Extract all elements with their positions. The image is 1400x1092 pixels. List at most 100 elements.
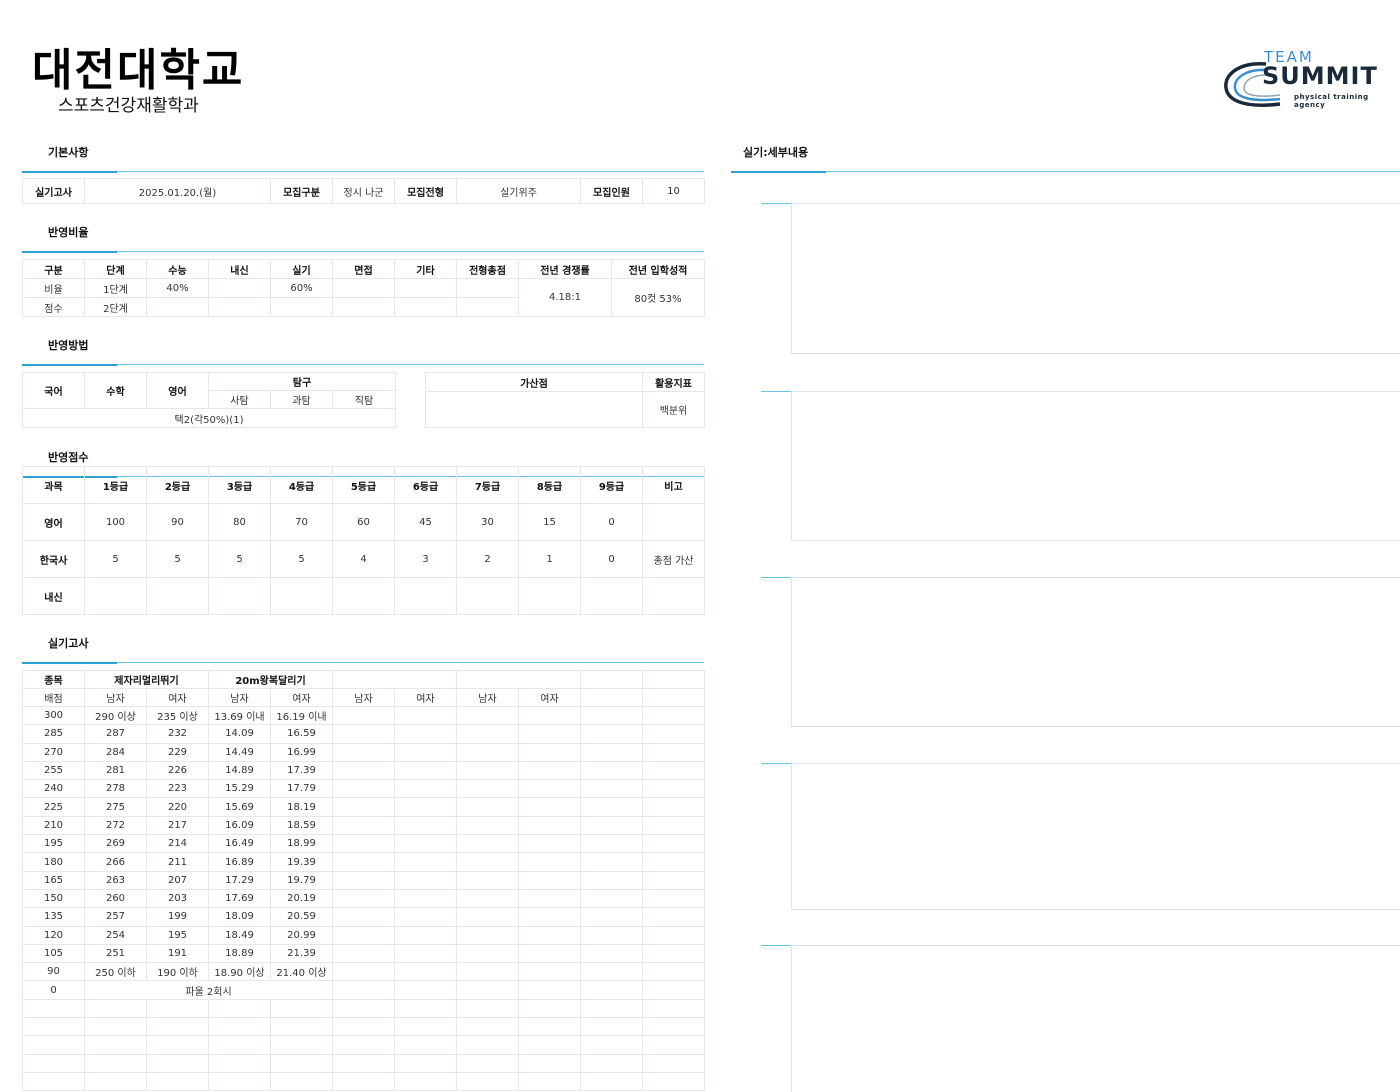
ratio-cell [332,278,395,298]
score-subject: 영어 [22,503,85,541]
practical-record: 21.40 이상 [270,962,333,982]
male-label: 남자 [456,688,519,707]
score-cell: 80 [208,503,271,541]
practical-record: 207 [146,870,209,890]
male-label: 남자 [332,688,395,707]
practical-score: 225 [22,797,85,817]
practical-record: 14.09 [208,724,271,744]
ratio-header: 전년 입학성적 [611,259,705,279]
score-cell [580,577,643,615]
practical-row: 255 281 226 14.89 17.39 [22,760,705,781]
female-label: 여자 [146,688,209,707]
score-cell: 1 [518,540,581,578]
practical-score: 255 [22,760,85,781]
score-cell [146,577,209,615]
practical-record: 13.69 이내 [208,705,271,726]
event1-name: 제자리멀리뛰기 [84,670,209,689]
method-table: 국어 수학 영어 탐구 사탐 과탐 직탐 택2(각50%)(1) [22,372,396,428]
ratio-cell: 60% [270,278,333,298]
ratio-cell: 비율 [22,278,85,298]
index-label: 활용지표 [642,372,705,392]
ratio-header: 면접 [332,259,395,279]
practical-score: 135 [22,907,85,927]
empty-row [22,1035,705,1055]
practical-score: 240 [22,779,85,799]
practical-row: 90 250 이하 190 이하 18.90 이상 21.40 이상 [22,962,705,982]
practical-score: 300 [22,705,85,726]
practical-record: 217 [146,815,209,836]
ratio-cell [208,278,271,298]
score-cell: 0 [580,503,643,541]
practical-record: 284 [84,742,147,762]
practical-record: 15.69 [208,797,271,817]
practical-record: 223 [146,779,209,799]
score-cell [518,577,581,615]
practical-record: 16.09 [208,815,271,836]
score-cell [208,577,271,615]
practical-record: 17.39 [270,760,333,781]
method-math: 수학 [84,372,147,409]
score-header: 9등급 [580,466,643,504]
score-header: 6등급 [394,466,457,504]
practical-record: 18.19 [270,797,333,817]
score-cell: 4 [332,540,395,578]
practical-record: 287 [84,724,147,744]
practical-record: 18.89 [208,943,271,964]
score-cell [456,577,519,615]
practical-row: 195 269 214 16.49 18.99 [22,834,705,854]
score-header: 1등급 [84,466,147,504]
practical-row: 210 272 217 16.09 18.59 [22,815,705,836]
practical-record: 275 [84,797,147,817]
practical-record: 203 [146,888,209,909]
score-label: 배점 [22,688,85,707]
male-label: 남자 [84,688,147,707]
practical-row: 240 278 223 15.29 17.79 [22,779,705,799]
bonus-value [425,391,643,428]
prev-competition-value: 4.18:1 [518,278,612,317]
score-cell: 30 [456,503,519,541]
practical-score: 165 [22,870,85,890]
method-vocational: 직탐 [332,390,396,409]
practical-record: 18.09 [208,907,271,927]
score-cell [642,503,705,541]
practical-record: 195 [146,925,209,945]
score-cell: 15 [518,503,581,541]
practical-record: 190 이하 [146,962,209,982]
logo-tagline: physical training agency [1294,93,1369,109]
practical-record: 229 [146,742,209,762]
event2-name: 20m왕복달리기 [208,670,333,689]
practical-row: 150 260 203 17.69 20.19 [22,888,705,909]
score-cell: 2 [456,540,519,578]
score-header: 3등급 [208,466,271,504]
score-header: 7등급 [456,466,519,504]
practical-record: 16.19 이내 [270,705,333,726]
practical-row-zero: 0 파울 2회시 [22,980,705,1000]
practical-record: 250 이하 [84,962,147,982]
practical-record: 18.90 이상 [208,962,271,982]
female-label: 여자 [394,688,457,707]
practical-record: 191 [146,943,209,964]
practical-record: 18.99 [270,834,333,854]
practical-record: 16.99 [270,742,333,762]
ratio-header: 기타 [394,259,457,279]
practical-record: 257 [84,907,147,927]
ratio-table: 구분 단계 수능 내신 실기 면접 기타 전형총점 전년 경쟁률 전년 입학성적… [22,259,705,317]
practical-row: 105 251 191 18.89 21.39 [22,943,705,964]
female-label: 여자 [518,688,581,707]
department-name: 스포츠건강재활학과 [58,96,199,116]
female-label: 여자 [270,688,333,707]
section-header-practical: 실기고사 [22,635,704,664]
practical-row: 180 266 211 16.89 19.39 [22,852,705,872]
practical-row: 270 284 229 14.49 16.99 [22,742,705,762]
team-summit-logo: TEAM SUMMIT physical training agency [1222,46,1400,112]
detail-box-5 [791,945,1400,1092]
method-korean: 국어 [22,372,85,409]
ratio-header: 실기 [270,259,333,279]
score-cell: 3 [394,540,457,578]
practical-record: 278 [84,779,147,799]
ratio-header: 전년 경쟁률 [518,259,612,279]
practical-record: 17.69 [208,888,271,909]
ratio-cell [332,297,395,317]
recruit-method-label: 모집전형 [394,178,457,204]
ratio-cell [456,297,519,317]
